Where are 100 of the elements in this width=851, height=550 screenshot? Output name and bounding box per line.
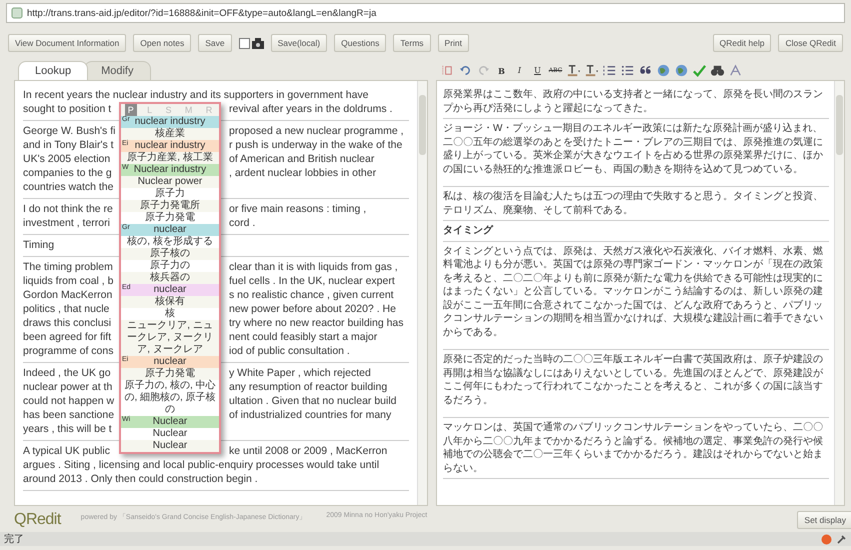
text-fragment: or five main reasons : timing , (229, 202, 368, 216)
paragraph: タイミングという点では、原発は、天然ガス液化や石炭液化、バイオ燃料、水素、燃料電池よりも分が悪い。英国では原発の専門家ゴードン・マッケロンが「現在の政策を考えると、二〇二〇年よりも前に原発が新たな電力を供給できる可能性は現実的にはまったくない」と公言している。マッケロンがこう結論するのは、新しい原発の建設がここ一五年間に合意されてこなかった国では、どんな政府であろうと、パブリックコンサルテーションの期間を相当置かなければ、大規模な建設計画に着手できないからである。 (443, 242, 829, 350)
set-display-button[interactable]: Set display (797, 511, 851, 529)
url-text: http://trans.trans-aid.jp/editor/?id=16888&init=OFF&type=auto&langL=en&langR=ja (27, 8, 376, 18)
translation[interactable]: 原子力の (121, 260, 219, 272)
text-fragment: sought to position t (23, 102, 112, 116)
address-bar[interactable]: http://trans.trans-aid.jp/editor/?id=16888&init=OFF&type=auto&langL=en&langR=ja (6, 3, 845, 23)
headword: nuclear industry (134, 140, 206, 151)
text-fragment: Timing (23, 238, 56, 252)
globe-icon[interactable] (674, 63, 689, 78)
text-fragment: companies to the g (23, 166, 113, 180)
text-fragment: has been sanctione (23, 408, 116, 422)
translation[interactable]: 原子力 (121, 188, 219, 200)
text-fragment: countries watch the (23, 180, 114, 194)
translation[interactable]: 原子力発電 (121, 368, 219, 380)
translation[interactable]: 核の, 核を形成する (121, 236, 219, 248)
translation[interactable]: 核 (121, 308, 219, 320)
text-fragment: UK's 2005 election (23, 152, 112, 166)
checkbox[interactable] (238, 38, 250, 48)
translation[interactable]: 原子力発電 (121, 212, 219, 224)
headword: nuclear (154, 224, 186, 235)
logo: QRedit (14, 511, 61, 529)
text-fragment: iod of public consultation . (229, 344, 351, 358)
text-fragment: any resumption of reactor building (229, 380, 388, 394)
text-line: In recent years the nuclear industry and its supporters in government have (23, 88, 370, 102)
tab[interactable]: Lookup (18, 61, 88, 80)
format-button[interactable]: B (494, 63, 509, 78)
translation[interactable]: Nuclear (121, 440, 219, 452)
text-fragment: could not happen w (23, 394, 116, 408)
text-fragment: fuel cells . In the UK, nuclear expert (229, 274, 396, 288)
translation[interactable]: Nuclear power (121, 176, 219, 188)
text-fragment: clear than it is with liquids from gas , (229, 260, 399, 274)
check-icon[interactable] (692, 63, 707, 78)
translation[interactable]: Nuclear (121, 428, 219, 440)
text-fragment: politics , that nucle (23, 302, 110, 316)
text-fragment: George W. Bush's fi (23, 124, 116, 138)
headword: Nuclear industry (134, 164, 206, 175)
translation[interactable]: 原子力の, 核の, 中心の, 細胞核の, 原子核の (121, 380, 219, 416)
translation[interactable]: 原子核の (121, 248, 219, 260)
text-fragment: try where no new reactor building has (229, 316, 405, 330)
text-fragment: years , this will be t (23, 422, 113, 436)
text-fragment: programme of cons (23, 344, 114, 358)
text-line: argues . Siting , licensing and local public-enquiry processes would take until (23, 458, 380, 472)
translation[interactable]: 核兵器の (121, 272, 219, 284)
toolbar-button[interactable]: Open notes (133, 34, 192, 52)
color-icon[interactable] (566, 63, 581, 78)
toolbar-button[interactable]: Terms (393, 34, 431, 52)
text-fragment: been agreed for fift (23, 330, 112, 344)
toolbar-button[interactable]: Print (438, 34, 470, 52)
text-fragment: ke until 2008 or 2009 , MacKerron (229, 444, 388, 458)
text-fragment: of industrialized countries for many (229, 408, 392, 422)
toolbar-button[interactable]: View Document Information (8, 34, 126, 52)
ulist-icon[interactable] (620, 63, 635, 78)
headword: nuclear (154, 284, 186, 295)
headword: nuclear (154, 356, 186, 367)
text-fragment: The timing problem (23, 260, 114, 274)
text-fragment: investment , terrori (23, 216, 111, 230)
scrollbar[interactable] (834, 81, 844, 505)
text-fragment: nent could feasibly start a major (229, 330, 378, 344)
find-icon[interactable] (710, 63, 725, 78)
translation[interactable]: 核産業 (121, 128, 219, 140)
paragraph: 私は、核の復活を目論む人たちは五つの理由で失敗すると思う。タイミングと投資、テロリズム、廃棄物、そして前科である。 (443, 187, 829, 221)
paragraph: タイミング (443, 221, 829, 242)
text-fragment: nuclear power at th (23, 380, 114, 394)
text-fragment: new power before about 2020? . He (229, 302, 397, 316)
format-button[interactable]: U (530, 63, 545, 78)
toolbar-button[interactable]: Save (198, 34, 232, 52)
text-fragment: Indeed , the UK go (23, 366, 112, 380)
tab[interactable]: Modify (84, 61, 150, 80)
toolbar-button[interactable]: Save(local) (270, 34, 328, 52)
toolbar-button[interactable]: Close QRedit (778, 34, 843, 52)
text-fragment: revival after years in the doldrums . (229, 102, 394, 116)
text-line: around 2013 . Only then could construction begin . (23, 472, 259, 486)
text-fragment: Gordon MacKerron (23, 288, 114, 302)
color-icon[interactable] (584, 63, 599, 78)
scrollbar[interactable] (417, 81, 427, 505)
translation[interactable]: 原子力産業, 核工業 (121, 152, 219, 164)
text-fragment: ultation . Given that no nuclear build (229, 394, 398, 408)
text-fragment: I do not think the re (23, 202, 114, 216)
paragraph: マッケロンは、英国で通常のパブリックコンサルテーションをやっていたら、二〇〇八年から二〇〇九年までかかるだろうと論ずる。候補地の選定、事業免許の発行や候補地での公聴会で二〇一三年くらいまでかかるだろう。建設はそれからでないと始まらない。 (443, 418, 829, 479)
text-fragment: cord . (229, 216, 256, 230)
text-fragment: r push is underway in the wake of the (229, 138, 404, 152)
text-fragment: A typical UK public (23, 444, 111, 458)
headword: Nuclear (152, 416, 188, 427)
text-fragment: y White Paper , which rejected (229, 366, 372, 380)
headword: nuclear industry (134, 116, 206, 127)
toolbar-button[interactable]: Questions (334, 34, 386, 52)
text-fragment: and in Tony Blair's t (23, 138, 115, 152)
olist-icon[interactable] (602, 63, 617, 78)
translation[interactable]: 原子力発電所 (121, 200, 219, 212)
camera-icon (252, 38, 264, 48)
toolbar-button[interactable]: QRedit help (712, 34, 772, 52)
addon-icon[interactable] (821, 534, 832, 544)
tool-icon[interactable] (836, 534, 847, 544)
text-fragment: of American and British nuclear (229, 152, 376, 166)
translation[interactable]: 核保有 (121, 296, 219, 308)
text-fragment: , ardent nuclear lobbies in other (229, 166, 378, 180)
text-fragment: proposed a new nuclear programme , (229, 124, 405, 138)
undo-icon[interactable] (458, 63, 473, 78)
format-button[interactable]: I (512, 63, 527, 78)
